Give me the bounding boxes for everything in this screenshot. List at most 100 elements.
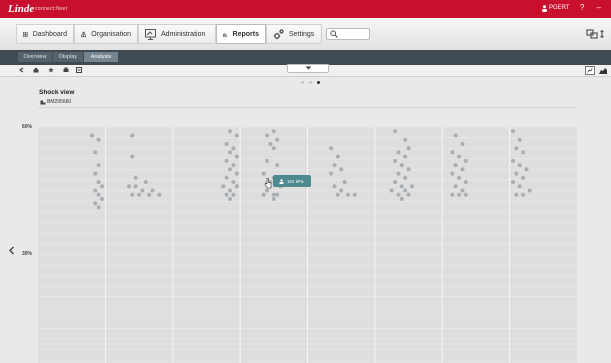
scatter-point[interactable] xyxy=(517,137,522,142)
scatter-point[interactable] xyxy=(409,184,414,189)
chevron-left-icon[interactable] xyxy=(8,246,15,255)
scatter-point[interactable] xyxy=(150,188,155,193)
scatter-point[interactable] xyxy=(514,146,519,151)
breadcrumb-analysis[interactable]: Analysis xyxy=(84,52,118,62)
network-status-icon[interactable] xyxy=(586,28,606,40)
scatter-point[interactable] xyxy=(396,150,401,155)
scatter-point[interactable] xyxy=(450,171,455,176)
scatter-point[interactable] xyxy=(393,129,398,134)
scatter-point[interactable] xyxy=(96,180,101,184)
scatter-point[interactable] xyxy=(393,158,398,163)
scatter-point[interactable] xyxy=(399,163,404,168)
scatter-point[interactable] xyxy=(234,184,239,189)
print-icon[interactable] xyxy=(63,67,69,73)
scatter-view-icon[interactable] xyxy=(585,66,595,75)
scatter-point[interactable] xyxy=(511,158,515,163)
scatter-point[interactable] xyxy=(527,188,532,193)
home-icon[interactable] xyxy=(33,67,39,73)
scatter-point[interactable] xyxy=(228,129,232,134)
scatter-point[interactable] xyxy=(406,146,411,151)
scatter-point[interactable] xyxy=(332,184,337,189)
pager-dot-active[interactable] xyxy=(317,81,320,84)
scatter-point[interactable] xyxy=(406,192,411,197)
scatter-point[interactable] xyxy=(96,192,101,197)
scatter-point[interactable] xyxy=(93,201,98,206)
scatter-point[interactable] xyxy=(399,184,404,189)
scatter-point[interactable] xyxy=(265,188,270,193)
scatter-point[interactable] xyxy=(460,188,465,193)
user-icon[interactable] xyxy=(542,5,547,12)
scatter-point[interactable] xyxy=(265,133,270,138)
scatter-point[interactable] xyxy=(403,154,408,159)
scatter-point[interactable] xyxy=(130,133,135,138)
breadcrumb-overview[interactable]: Overview xyxy=(18,52,52,62)
scatter-point[interactable] xyxy=(143,180,148,184)
scatter-point[interactable] xyxy=(457,192,462,197)
scatter-point[interactable] xyxy=(332,163,337,168)
scatter-point[interactable] xyxy=(329,171,334,176)
linde-logo[interactable]: Linde xyxy=(8,3,34,15)
scatter-point[interactable] xyxy=(271,146,276,151)
scatter-point[interactable] xyxy=(127,184,131,189)
scatter-point[interactable] xyxy=(96,137,101,142)
scatter-point[interactable] xyxy=(275,137,280,142)
scatter-point[interactable] xyxy=(352,192,357,197)
scatter-point[interactable] xyxy=(450,150,455,155)
window-controls[interactable]: ? – xyxy=(580,3,606,12)
scatter-point[interactable] xyxy=(511,129,515,134)
scatter-point[interactable] xyxy=(453,184,458,189)
scatter-point[interactable] xyxy=(514,192,519,197)
scatter-point[interactable] xyxy=(457,154,462,159)
scatter-point[interactable] xyxy=(224,175,229,180)
scatter-point[interactable] xyxy=(268,141,273,146)
tab-administration[interactable]: Administration xyxy=(138,24,216,44)
tab-organisation[interactable]: Organisation xyxy=(74,24,138,44)
scatter-point[interactable] xyxy=(93,171,98,176)
scatter-point[interactable] xyxy=(403,188,408,193)
scatter-point[interactable] xyxy=(514,171,519,176)
scatter-point[interactable] xyxy=(231,163,236,168)
scatter-point[interactable] xyxy=(463,180,468,184)
scatter-point[interactable] xyxy=(228,150,232,155)
scatter-point[interactable] xyxy=(231,146,236,151)
scatter-point[interactable] xyxy=(403,175,408,180)
user-name[interactable]: PGERT xyxy=(549,5,570,11)
scatter-point[interactable] xyxy=(224,158,229,163)
scatter-point[interactable] xyxy=(339,188,344,193)
scatter-point[interactable] xyxy=(271,192,276,197)
scatter-point[interactable] xyxy=(463,158,468,163)
scatter-point[interactable] xyxy=(450,192,455,197)
scatter-point[interactable] xyxy=(96,205,101,210)
scatter-point[interactable] xyxy=(389,188,394,193)
scatter-point[interactable] xyxy=(339,167,344,172)
scatter-point[interactable] xyxy=(140,188,145,193)
scatter-point[interactable] xyxy=(521,175,526,180)
scatter-point[interactable] xyxy=(460,167,465,172)
tab-reports[interactable]: Reports xyxy=(216,24,266,44)
scatter-point[interactable] xyxy=(406,167,411,172)
scatter-point[interactable] xyxy=(517,184,522,189)
scatter-point[interactable] xyxy=(275,192,280,197)
scatter-point[interactable] xyxy=(511,180,515,184)
scatter-point[interactable] xyxy=(234,154,239,159)
pager-dot[interactable] xyxy=(309,81,312,84)
back-icon[interactable] xyxy=(18,67,24,73)
scatter-point[interactable] xyxy=(228,197,232,201)
scatter-point[interactable] xyxy=(96,163,101,168)
scatter-point[interactable] xyxy=(224,192,229,197)
tab-settings[interactable]: Settings xyxy=(266,24,322,44)
scatter-point[interactable] xyxy=(261,192,266,197)
scatter-point[interactable] xyxy=(93,188,98,193)
scatter-point[interactable] xyxy=(137,192,142,197)
scatter-point[interactable] xyxy=(342,180,347,184)
scatter-point[interactable] xyxy=(453,163,458,168)
scatter-point[interactable] xyxy=(265,158,270,163)
scatter-point[interactable] xyxy=(403,137,408,142)
scatter-point[interactable] xyxy=(457,175,462,180)
scatter-point[interactable] xyxy=(224,141,229,146)
scatter-point[interactable] xyxy=(399,197,404,201)
scatter-point[interactable] xyxy=(329,146,334,151)
scatter-point[interactable] xyxy=(234,171,239,176)
scatter-point[interactable] xyxy=(130,192,135,197)
scatter-point[interactable] xyxy=(100,197,104,201)
